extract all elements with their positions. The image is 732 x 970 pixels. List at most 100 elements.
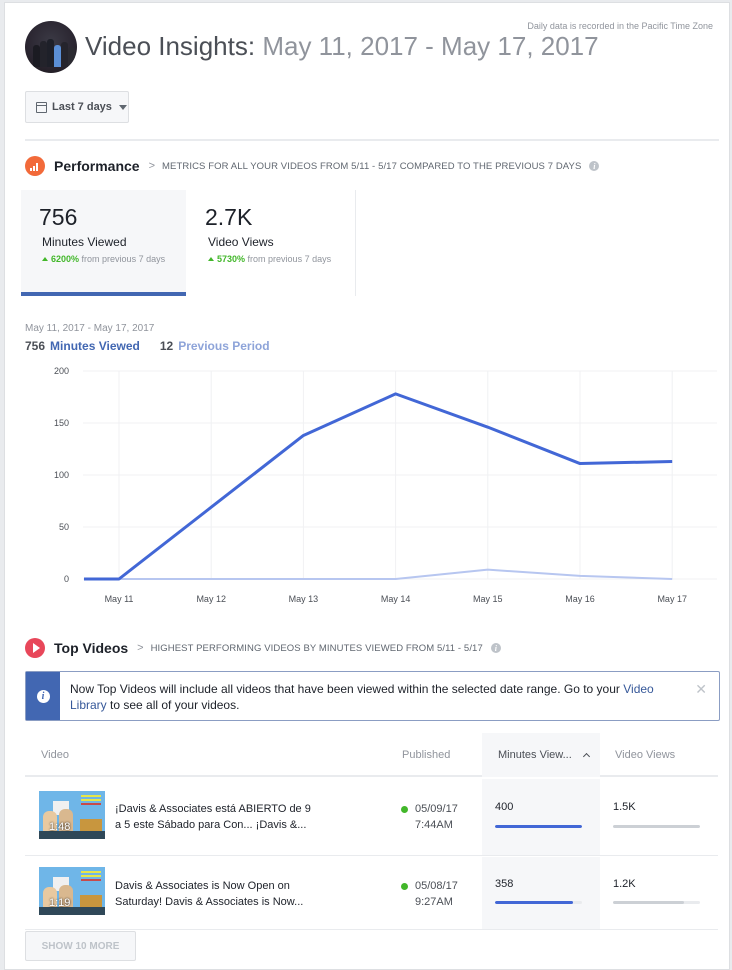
date-range-label: Last 7 days [52,101,112,113]
y-tick-label: 0 [64,574,69,584]
notice-bar: i [26,672,60,720]
video-title[interactable]: Davis & Associates is Now Open on Saturd… [115,878,315,910]
x-tick-label: May 12 [196,594,226,604]
caret-down-icon [118,104,127,110]
notice-text: Now Top Videos will include all videos t… [70,682,624,696]
metric-label: Minutes Viewed [42,235,127,249]
progress-fill [495,825,582,828]
metric-value: 756 [39,204,78,230]
series-line-minutes-viewed [84,392,673,581]
sort-ascending-icon [582,752,590,761]
column-video[interactable]: Video [41,733,69,777]
legend-current-label[interactable]: Minutes Viewed [50,339,140,353]
metric-change-text: from previous 7 days [81,254,166,264]
play-icon [25,638,45,658]
column-published[interactable]: Published [402,733,450,777]
top-videos-table-header: Video Published Minutes View... Video Vi… [25,733,718,777]
minutes-viewed-value: 400 [495,801,514,813]
sorted-column-bg [482,857,600,929]
y-tick-label: 100 [54,470,69,480]
top-videos-header: Top Videos > Highest performing videos b… [25,638,501,658]
y-tick-label: 200 [54,366,69,376]
metric-label: Video Views [208,235,274,249]
top-videos-title: Top Videos [54,640,129,656]
arrow-up-icon [208,257,214,261]
sorted-column-bg [482,779,600,855]
notice-message: Now Top Videos will include all videos t… [70,681,690,713]
legend-previous-label[interactable]: Previous Period [178,339,269,353]
video-views-bar [613,825,700,828]
published-status-dot [401,883,408,890]
published-clock: 9:27AM [415,896,453,908]
info-icon: i [36,689,50,703]
video-duration: 1:48 [49,821,71,833]
video-thumbnail[interactable]: 1:19 [39,867,105,915]
column-video-views[interactable]: Video Views [615,733,675,777]
info-icon[interactable]: i [490,643,501,653]
metric-change: 5730% from previous 7 days [205,252,345,266]
published-clock: 7:44AM [415,819,453,831]
page-title: Video Insights: May 11, 2017 - May 17, 2… [85,31,599,62]
progress-fill [613,901,685,904]
metric-change-text: from previous 7 days [247,254,332,264]
metric-value: 2.7K [205,204,253,230]
show-more-button[interactable]: SHOW 10 MORE [25,931,136,961]
progress-fill [613,825,700,828]
y-tick-label: 50 [59,522,69,532]
top-videos-notice: i Now Top Videos will include all videos… [25,671,720,721]
page-avatar[interactable] [25,21,77,73]
video-title[interactable]: ¡Davis & Associates está ABIERTO de 9 a … [115,801,315,833]
top-videos-description: Highest performing videos by minutes vie… [150,642,483,654]
video-duration: 1:19 [49,897,71,909]
minutes-viewed-value: 358 [495,878,514,890]
metric-divider [355,190,356,296]
metric-change: 6200% from previous 7 days [39,252,179,266]
info-icon[interactable]: i [589,161,600,171]
minutes-viewed-bar [495,825,582,828]
y-tick-label: 150 [54,418,69,428]
x-tick-label: May 15 [473,594,503,604]
notice-text: to see all of your videos. [106,698,240,712]
video-views-bar [613,901,700,904]
video-views-value: 1.5K [613,801,636,813]
page-title-prefix: Video Insights: [85,31,256,61]
table-row[interactable]: 1:19 Davis & Associates is Now Open on S… [25,857,718,930]
performance-description: Metrics for all your videos from 5/11 - … [162,160,582,172]
x-tick-label: May 17 [657,594,687,604]
legend-previous-total: 12 [159,339,174,353]
published-time: 05/08/17 9:27AM [401,878,458,910]
published-date: 05/08/17 [415,880,458,892]
metric-video-views[interactable]: 2.7K Video Views 5730% from previous 7 d… [187,190,352,296]
bar-chart-icon [25,156,45,176]
date-range-dropdown[interactable]: Last 7 days [25,91,129,123]
legend-current-total: 756 [25,339,46,353]
chart-date-range: May 11, 2017 - May 17, 2017 [25,323,155,334]
minutes-viewed-line-chart: 0 50 100 150 200 May 11 May 12 May 13 May 14 May … [54,366,717,604]
x-tick-label: May 16 [565,594,595,604]
video-views-value: 1.2K [613,878,636,890]
metric-change-pct: 6200% [51,254,80,264]
x-tick-label: May 14 [381,594,411,604]
chevron-right-icon: > [137,642,144,654]
column-minutes-viewed-label: Minutes View... [498,749,572,761]
x-tick-label: May 11 [105,594,134,604]
performance-title: Performance [54,158,140,174]
series-line-previous-period [84,568,673,580]
column-minutes-viewed[interactable]: Minutes View... [482,733,600,777]
chevron-right-icon: > [148,160,156,172]
video-insights-card: Daily data is recorded in the Pacific Ti… [4,2,730,970]
metric-minutes-viewed[interactable]: 756 Minutes Viewed 6200% from previous 7… [21,190,186,296]
video-thumbnail[interactable]: 1:48 [39,791,105,839]
close-icon[interactable]: ✕ [695,681,707,698]
x-tick-label: May 13 [289,594,319,604]
header-divider [25,139,719,141]
active-metric-indicator [21,292,186,296]
progress-fill [495,901,573,904]
performance-header: Performance > Metrics for all your video… [25,156,600,176]
timezone-note: Daily data is recorded in the Pacific Ti… [527,21,713,31]
published-date: 05/09/17 [415,803,458,815]
table-row[interactable]: 1:48 ¡Davis & Associates está ABIERTO de… [25,779,718,856]
arrow-up-icon [42,257,48,261]
metric-change-pct: 5730% [217,254,246,264]
chart-legend: 756 Minutes Viewed 12 Previous Period [25,339,270,353]
